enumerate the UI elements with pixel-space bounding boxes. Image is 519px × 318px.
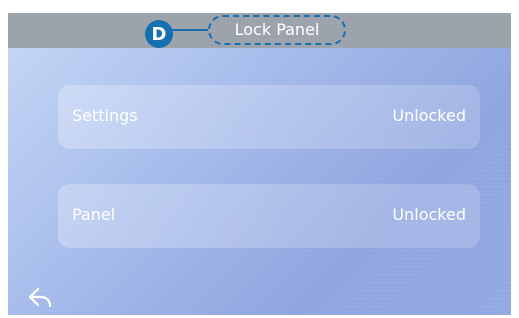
top-bar: D Lock Panel <box>8 13 511 48</box>
lock-panel-screen: D Lock Panel Settings Unlocked Panel Unl… <box>0 0 519 318</box>
panel-lock-row[interactable]: Panel Unlocked <box>58 184 480 248</box>
panel-label: Panel <box>72 205 116 224</box>
callout-badge: D <box>145 20 173 48</box>
screen-background: D Lock Panel Settings Unlocked Panel Unl… <box>8 13 511 315</box>
settings-lock-row[interactable]: Settings Unlocked <box>58 85 480 149</box>
settings-label: Settings <box>72 106 138 125</box>
background-texture <box>8 13 511 315</box>
panel-status: Unlocked <box>392 205 466 224</box>
settings-status: Unlocked <box>392 106 466 125</box>
page-title: Lock Panel <box>234 20 320 39</box>
callout-connector <box>172 29 208 31</box>
title-callout: Lock Panel <box>208 15 346 45</box>
back-button[interactable] <box>26 284 54 312</box>
back-arrow-icon <box>28 287 52 308</box>
